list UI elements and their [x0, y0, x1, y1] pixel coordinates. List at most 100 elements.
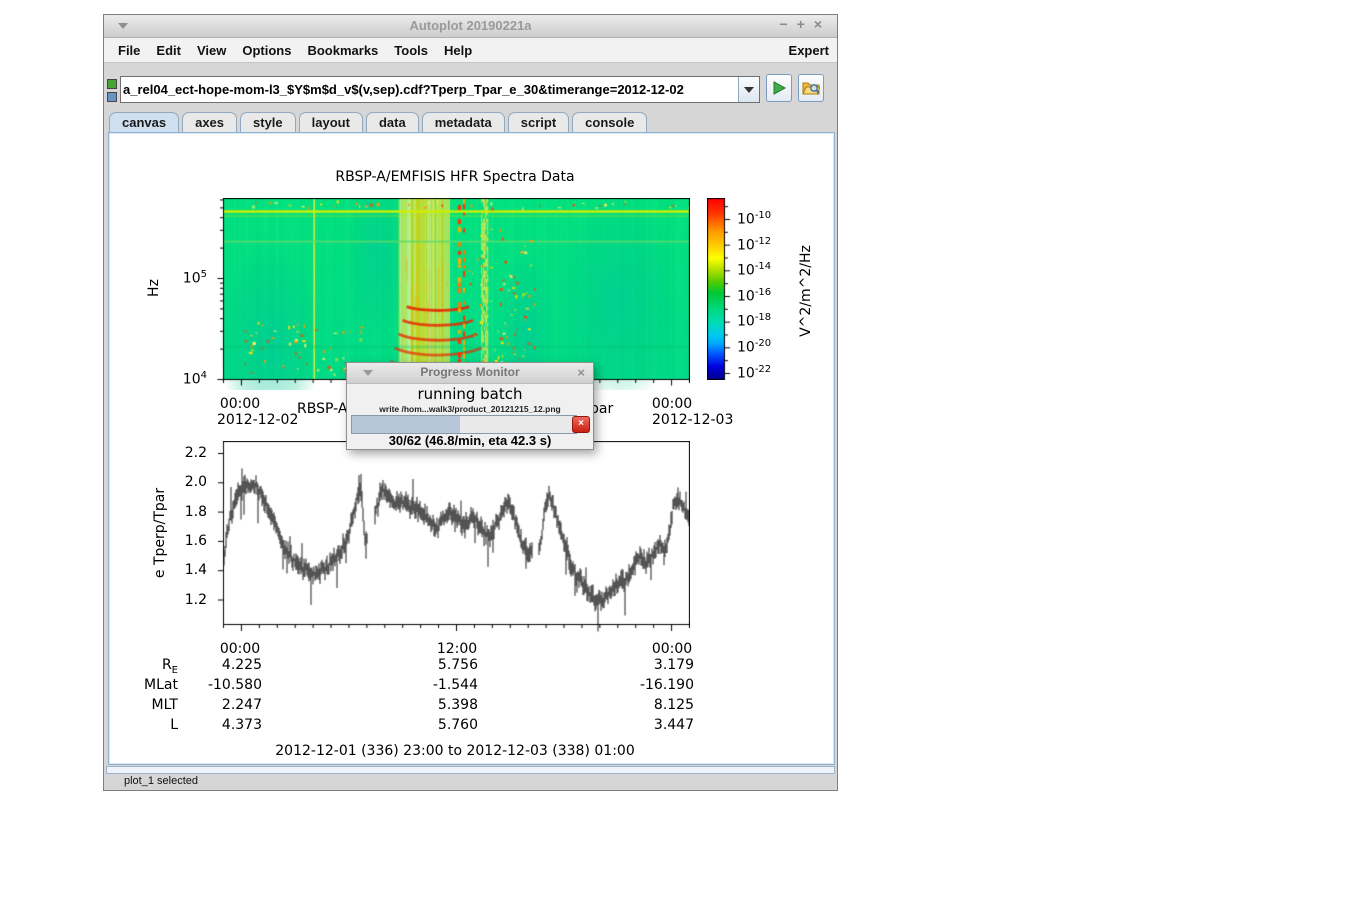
tick-exp: -10 — [755, 210, 771, 221]
line-xtick-2: 00:00 — [646, 641, 698, 657]
minimize-button[interactable]: − — [779, 16, 796, 32]
window-titlebar[interactable]: Autoplot 20190221a −+× — [104, 15, 837, 38]
tick-base: 10 — [737, 212, 755, 228]
menu-bar: FileEditViewOptionsBookmarksToolsHelp Exp… — [104, 38, 837, 63]
tab-layout[interactable]: layout — [299, 112, 363, 133]
colorbar-tick--18: 10-18 — [737, 312, 771, 330]
colorbar-tick--12: 10-12 — [737, 236, 771, 254]
layer-indicator-icons — [107, 79, 118, 105]
tick-base: 10 — [183, 271, 201, 287]
tick-base: 10 — [183, 372, 201, 388]
progress-bar — [351, 415, 577, 434]
colorbar-tick--14: 10-14 — [737, 261, 771, 279]
line-ytick-1.6: 1.6 — [164, 533, 207, 549]
spec-xdate-left: 2012-12-02 — [217, 412, 298, 428]
menu-edit[interactable]: Edit — [148, 41, 189, 60]
uri-input[interactable]: a_rel04_ect-hope-mom-l3_$Y$m$d_v$(v,sep)… — [121, 77, 738, 102]
line-ytick-1.4: 1.4 — [164, 562, 207, 578]
uri-dropdown-button[interactable] — [738, 77, 759, 102]
green-layer-icon[interactable] — [107, 79, 117, 89]
tperp-tpar-plot[interactable] — [214, 441, 690, 639]
table-value: 2.247 — [169, 697, 262, 713]
window-title: Autoplot 20190221a — [104, 18, 837, 33]
table-value: 4.225 — [169, 657, 262, 673]
line-ytick-2.0: 2.0 — [164, 474, 207, 490]
table-value: 5.756 — [379, 657, 478, 673]
dialog-close-icon[interactable]: × — [577, 365, 585, 380]
colorbar-tick--10: 10-10 — [737, 210, 771, 228]
window-controls[interactable]: −+× — [779, 16, 831, 32]
plot2-title-fragment-left: RBSP-A — [297, 401, 347, 417]
menu-view[interactable]: View — [189, 41, 234, 60]
time-range-footer: 2012-12-01 (336) 23:00 to 2012-12-03 (33… — [109, 743, 801, 759]
progress-bar-fill — [352, 416, 460, 433]
uri-combobox[interactable]: a_rel04_ect-hope-mom-l3_$Y$m$d_v$(v,sep)… — [120, 76, 760, 103]
status-progress-strip — [106, 766, 835, 774]
table-value: 3.179 — [589, 657, 694, 673]
tick-exp: -14 — [755, 261, 771, 272]
inspect-file-button[interactable] — [798, 74, 824, 102]
tick-exp: -18 — [755, 312, 771, 323]
line-ytick-2.2: 2.2 — [164, 445, 207, 461]
tab-style[interactable]: style — [240, 112, 296, 133]
tick-exp: 5 — [201, 269, 207, 280]
dialog-progress-status: 30/62 (46.8/min, eta 42.3 s) — [347, 433, 593, 448]
blue-layer-icon[interactable] — [107, 92, 117, 102]
tab-data[interactable]: data — [366, 112, 419, 133]
tab-metadata[interactable]: metadata — [422, 112, 505, 133]
spec-xdate-right: 2012-12-03 — [652, 412, 733, 428]
colorbar-label: V^2/m^2/Hz — [798, 245, 814, 337]
table-value: 3.447 — [589, 717, 694, 733]
spectrogram-ylabel: Hz — [146, 279, 162, 297]
status-bar: plot_1 selected — [104, 765, 837, 790]
tab-axes[interactable]: axes — [182, 112, 237, 133]
page: Autoplot 20190221a −+× FileEditViewOptio… — [0, 0, 1345, 916]
spectra-plot-title: RBSP-A/EMFISIS HFR Spectra Data — [109, 169, 801, 185]
stop-button[interactable]: × — [572, 416, 590, 433]
line-xtick-1: 12:00 — [431, 641, 483, 657]
table-value: -10.580 — [169, 677, 262, 693]
table-value: 8.125 — [589, 697, 694, 713]
colorbar-tick--22: 10-22 — [737, 364, 771, 382]
folder-search-icon — [802, 80, 820, 96]
table-value: -1.544 — [379, 677, 478, 693]
tick-base: 10 — [737, 289, 755, 305]
colorbar-tick--16: 10-16 — [737, 287, 771, 305]
tab-script[interactable]: script — [508, 112, 569, 133]
spec-ytick-5: 105 — [164, 269, 207, 287]
menu-file[interactable]: File — [110, 41, 148, 60]
menu-bookmarks[interactable]: Bookmarks — [299, 41, 386, 60]
tick-base: 10 — [737, 340, 755, 356]
line-ytick-1.2: 1.2 — [164, 592, 207, 608]
colorbar-tick--20: 10-20 — [737, 338, 771, 356]
play-icon — [772, 81, 786, 95]
address-toolbar: a_rel04_ect-hope-mom-l3_$Y$m$d_v$(v,sep)… — [104, 63, 837, 109]
spec-xtick-left: 00:00 — [214, 396, 266, 412]
menu-tools[interactable]: Tools — [386, 41, 436, 60]
dialog-title: Progress Monitor — [347, 365, 593, 379]
table-value: 5.760 — [379, 717, 478, 733]
tick-exp: -20 — [755, 338, 771, 349]
tick-base: 10 — [737, 314, 755, 330]
line-xtick-0: 00:00 — [214, 641, 266, 657]
tab-canvas[interactable]: canvas — [109, 112, 179, 133]
maximize-button[interactable]: + — [797, 16, 814, 32]
menu-help[interactable]: Help — [436, 41, 480, 60]
tab-console[interactable]: console — [572, 112, 647, 133]
close-button[interactable]: × — [814, 16, 831, 32]
dialog-titlebar[interactable]: Progress Monitor × — [347, 363, 593, 384]
spec-xtick-right: 00:00 — [646, 396, 698, 412]
go-plot-button[interactable] — [766, 74, 792, 102]
chevron-down-icon — [744, 87, 754, 93]
table-value: -16.190 — [589, 677, 694, 693]
table-value: 4.373 — [169, 717, 262, 733]
dialog-detail-label: write /hom...walk3/product_20121215_12.p… — [347, 404, 593, 414]
menu-options[interactable]: Options — [234, 41, 299, 60]
tick-base: 10 — [737, 238, 755, 254]
spec-ytick-4: 104 — [164, 370, 207, 388]
tick-base: 10 — [737, 366, 755, 382]
expert-mode-label[interactable]: Expert — [789, 43, 829, 58]
progress-monitor-dialog[interactable]: Progress Monitor × running batch write /… — [346, 362, 594, 450]
dialog-task-label: running batch — [347, 385, 593, 403]
tick-base: 10 — [737, 263, 755, 279]
